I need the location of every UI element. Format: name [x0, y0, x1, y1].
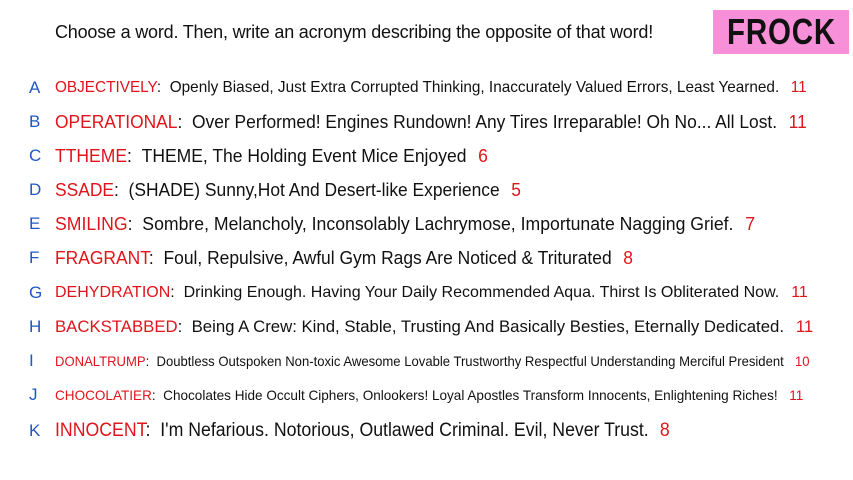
entry-word: DONALTRUMP: [55, 353, 146, 369]
entry-row: A OBJECTIVELY: Openly Biased, Just Extra …: [0, 76, 853, 100]
entry-separator: :: [145, 353, 150, 369]
entry-acronym: I'm Nefarious. Notorious, Outlawed Crimi…: [160, 420, 649, 441]
entry-row: J CHOCOLATIER: Chocolates Hide Occult Cip…: [0, 383, 853, 407]
entry-word: SSADE: [55, 180, 115, 200]
entry-count: 11: [795, 317, 814, 336]
entry-word: FRAGRANT: [55, 248, 149, 268]
entry-content: INNOCENT: I'm Nefarious. Notorious, Outl…: [55, 419, 670, 443]
entry-acronym: THEME, The Holding Event Mice Enjoyed: [141, 146, 467, 166]
entry-row: C TTHEME: THEME, The Holding Event Mice E…: [0, 144, 853, 168]
entry-count: 6: [478, 146, 488, 166]
entry-content: DONALTRUMP: Doubtless Outspoken Non-toxi…: [55, 349, 810, 373]
entry-count: 8: [623, 248, 633, 268]
entry-letter: K: [29, 421, 41, 440]
entry-word: OPERATIONAL: [55, 112, 178, 132]
entry-separator: :: [148, 248, 154, 268]
entry-content: FRAGRANT: Foul, Repulsive, Awful Gym Rag…: [55, 246, 633, 270]
entry-acronym: Foul, Repulsive, Awful Gym Rags Are Noti…: [163, 248, 612, 268]
entry-content: BACKSTABBED: Being A Crew: Kind, Stable,…: [55, 315, 813, 339]
entry-letter: H: [29, 317, 42, 336]
entry-count: 8: [659, 420, 670, 441]
entry-separator: :: [177, 112, 183, 132]
entry-row: B OPERATIONAL: Over Performed! Engines Ru…: [0, 110, 853, 134]
entry-row: H BACKSTABBED: Being A Crew: Kind, Stable…: [0, 315, 853, 339]
entry-acronym: Over Performed! Engines Rundown! Any Tir…: [192, 112, 778, 132]
entry-letter: B: [29, 112, 41, 131]
entry-acronym: Being A Crew: Kind, Stable, Trusting And…: [191, 317, 785, 336]
entry-row: I DONALTRUMP: Doubtless Outspoken Non-tox…: [0, 349, 853, 373]
entry-acronym: Sombre, Melancholy, Inconsolably Lachrym…: [142, 214, 734, 234]
entry-row: D SSADE: (SHADE) Sunny,Hot And Desert-lik…: [0, 178, 853, 202]
entry-separator: :: [127, 214, 133, 234]
entry-content: OPERATIONAL: Over Performed! Engines Run…: [55, 110, 807, 134]
badge-label: FROCK: [726, 11, 836, 52]
entry-row: F FRAGRANT: Foul, Repulsive, Awful Gym Ra…: [0, 246, 853, 270]
entry-word: DEHYDRATION: [55, 284, 171, 301]
entry-content: OBJECTIVELY: Openly Biased, Just Extra C…: [55, 76, 807, 100]
entry-acronym: (SHADE) Sunny,Hot And Desert-like Experi…: [128, 180, 500, 200]
entry-row: E SMILING: Sombre, Melancholy, Inconsolab…: [0, 212, 853, 236]
entry-letter: D: [29, 180, 42, 199]
entry-count: 5: [511, 180, 521, 200]
entry-separator: :: [127, 146, 132, 166]
entry-separator: :: [156, 79, 162, 96]
entry-letter: I: [29, 351, 34, 370]
entry-separator: :: [151, 387, 156, 403]
entry-content: TTHEME: THEME, The Holding Event Mice En…: [55, 144, 488, 168]
entry-separator: :: [177, 317, 183, 336]
entry-separator: :: [145, 420, 151, 441]
entry-separator: :: [170, 284, 175, 301]
entry-count: 11: [789, 387, 804, 403]
entry-word: SMILING: [55, 214, 128, 234]
entry-letter: G: [29, 283, 43, 302]
entry-row: K INNOCENT: I'm Nefarious. Notorious, Out…: [0, 419, 853, 443]
entry-separator: :: [114, 180, 119, 200]
entry-letter: A: [29, 78, 41, 97]
entry-count: 7: [745, 214, 756, 234]
entry-letter: F: [29, 248, 40, 267]
prompt-text: Choose a word. Then, write an acronym de…: [55, 22, 654, 42]
entry-acronym: Chocolates Hide Occult Ciphers, Onlooker…: [163, 387, 778, 403]
entry-letter: J: [29, 385, 38, 404]
entry-acronym: Doubtless Outspoken Non-toxic Awesome Lo…: [156, 353, 784, 369]
entry-count: 11: [790, 79, 807, 96]
entry-acronym: Openly Biased, Just Extra Corrupted Thin…: [169, 79, 780, 96]
entry-count: 11: [791, 284, 808, 301]
entry-count: 10: [794, 353, 810, 369]
frock-badge: FROCK: [713, 10, 849, 54]
entry-content: SMILING: Sombre, Melancholy, Inconsolabl…: [55, 212, 755, 236]
entry-letter: E: [29, 214, 41, 233]
entry-acronym: Drinking Enough. Having Your Daily Recom…: [183, 284, 780, 301]
entry-word: INNOCENT: [55, 420, 146, 441]
entry-content: CHOCOLATIER: Chocolates Hide Occult Ciph…: [55, 383, 803, 407]
entry-content: DEHYDRATION: Drinking Enough. Having You…: [55, 281, 808, 305]
entry-word: BACKSTABBED: [55, 317, 178, 336]
entry-word: CHOCOLATIER: [55, 387, 152, 403]
entry-row: G DEHYDRATION: Drinking Enough. Having Yo…: [0, 281, 853, 305]
entry-letter: C: [29, 146, 42, 165]
entry-content: SSADE: (SHADE) Sunny,Hot And Desert-like…: [55, 178, 521, 202]
entry-count: 11: [788, 112, 807, 132]
entry-word: OBJECTIVELY: [55, 79, 157, 96]
entry-word: TTHEME: [55, 146, 128, 166]
